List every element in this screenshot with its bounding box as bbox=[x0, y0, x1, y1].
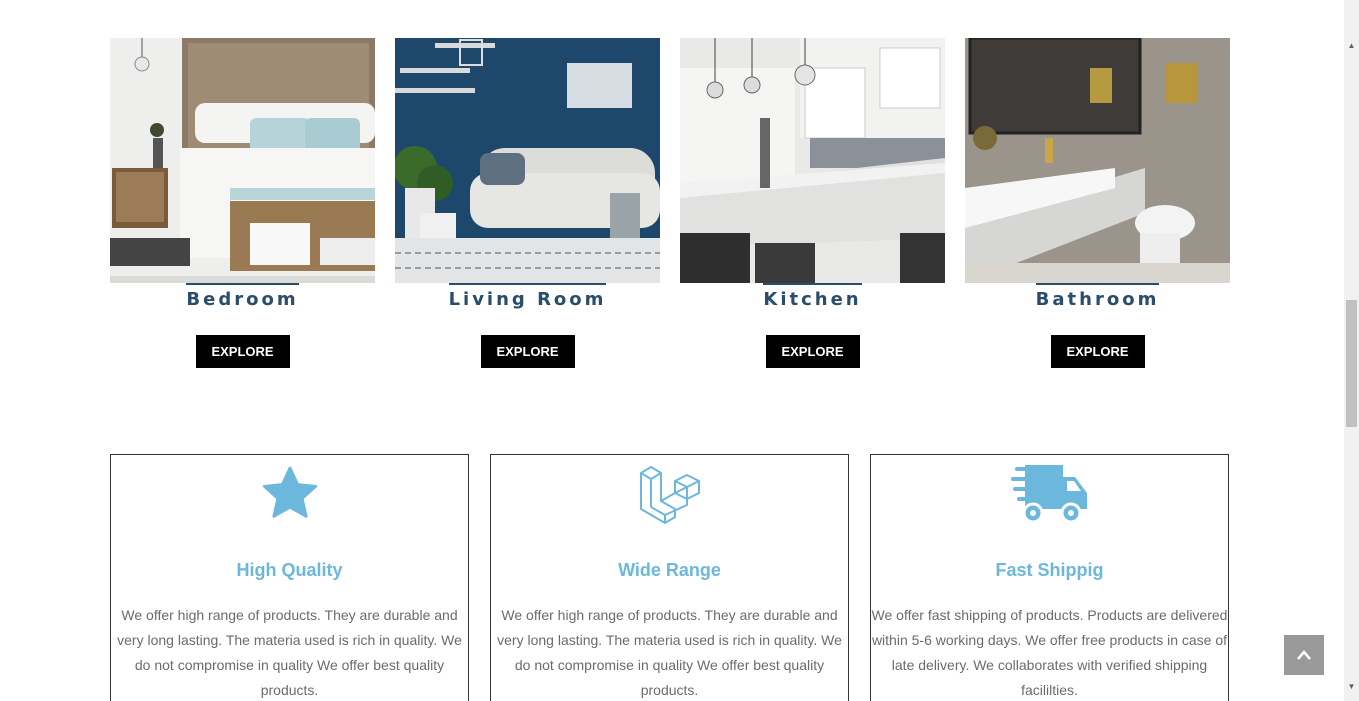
category-title[interactable]: Kitchen bbox=[763, 283, 862, 312]
scroll-up-arrow-icon[interactable]: ▲ bbox=[1344, 38, 1359, 53]
vertical-scrollbar[interactable]: ▲ ▼ bbox=[1344, 0, 1359, 701]
chevron-up-icon bbox=[1297, 648, 1311, 663]
feature-card-quality: High Quality We offer high range of prod… bbox=[110, 454, 469, 701]
laravel-cube-icon bbox=[491, 459, 848, 529]
category-card-kitchen: Kitchen EXPLORE bbox=[680, 38, 945, 368]
scroll-down-arrow-icon[interactable]: ▼ bbox=[1344, 679, 1359, 694]
category-card-bedroom: Bedroom EXPLORE bbox=[110, 38, 375, 368]
kitchen-image[interactable] bbox=[680, 38, 945, 283]
explore-button-bedroom[interactable]: EXPLORE bbox=[195, 335, 290, 368]
back-to-top-button[interactable] bbox=[1284, 635, 1324, 675]
feature-title: Fast Shippig bbox=[995, 560, 1104, 580]
feature-card-shipping: Fast Shippig We offer fast shipping of p… bbox=[870, 454, 1229, 701]
bedroom-image[interactable] bbox=[110, 38, 375, 283]
category-grid: Bedroom EXPLORE Living Room EXPLORE Kitc… bbox=[110, 38, 1230, 368]
feature-text: We offer high range of products. They ar… bbox=[117, 607, 462, 698]
feature-card-range: Wide Range We offer high range of produc… bbox=[490, 454, 849, 701]
truck-icon bbox=[871, 459, 1228, 529]
category-card-bathroom: Bathroom EXPLORE bbox=[965, 38, 1230, 368]
category-title[interactable]: Bathroom bbox=[1035, 283, 1160, 312]
page: Bedroom EXPLORE Living Room EXPLORE Kitc… bbox=[0, 0, 1344, 701]
features-section: High Quality We offer high range of prod… bbox=[110, 454, 1230, 701]
category-title[interactable]: Bedroom bbox=[186, 283, 299, 312]
feature-text: We offer high range of products. They ar… bbox=[497, 607, 842, 698]
feature-title: Wide Range bbox=[618, 560, 721, 580]
scrollbar-thumb[interactable] bbox=[1346, 300, 1357, 427]
explore-button-living-room[interactable]: EXPLORE bbox=[480, 335, 575, 368]
living-room-image[interactable] bbox=[395, 38, 660, 283]
category-card-living-room: Living Room EXPLORE bbox=[395, 38, 660, 368]
feature-title: High Quality bbox=[236, 560, 343, 580]
explore-button-bathroom[interactable]: EXPLORE bbox=[1050, 335, 1145, 368]
feature-text: We offer fast shipping of products. Prod… bbox=[871, 607, 1228, 698]
category-title[interactable]: Living Room bbox=[448, 283, 607, 312]
star-icon bbox=[111, 459, 468, 529]
bathroom-image[interactable] bbox=[965, 38, 1230, 283]
explore-button-kitchen[interactable]: EXPLORE bbox=[765, 335, 860, 368]
